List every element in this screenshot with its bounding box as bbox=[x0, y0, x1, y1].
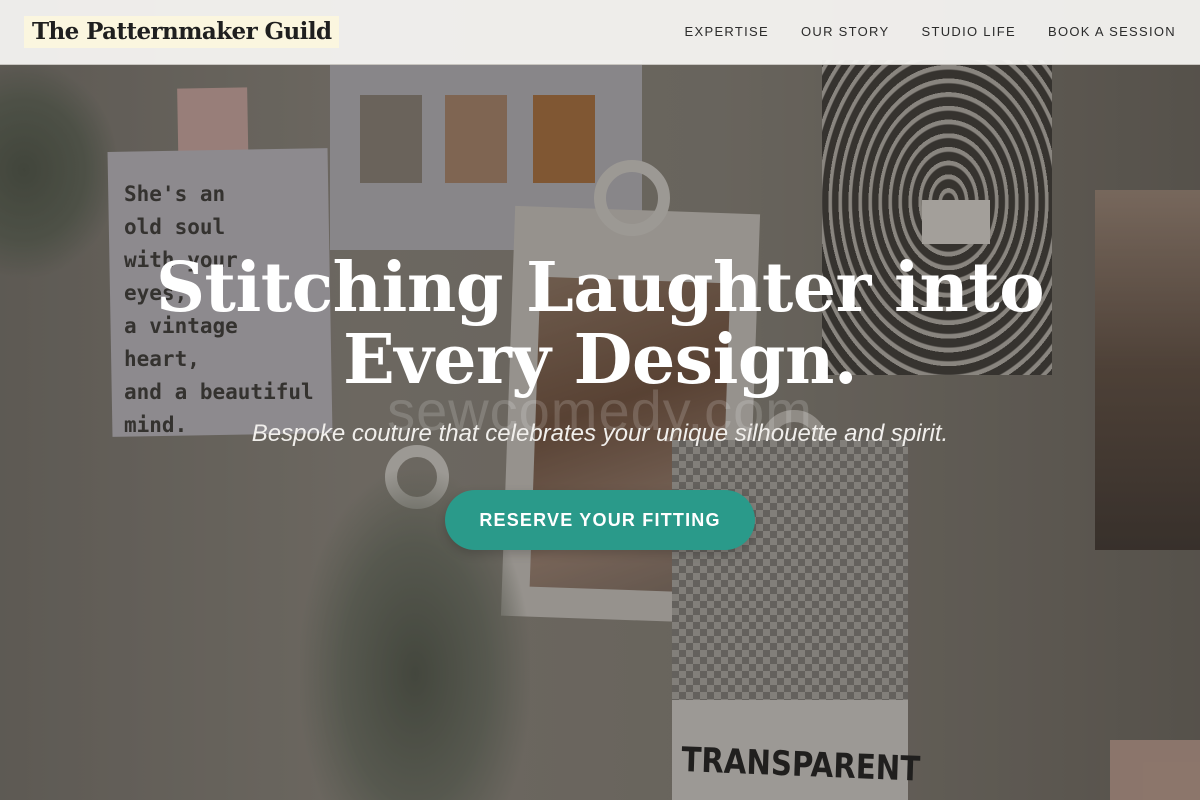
hero-title: Stitching Laughter into Every Design. bbox=[0, 252, 1200, 396]
site-header: The Patternmaker Guild EXPERTISE OUR STO… bbox=[0, 0, 1200, 65]
nav-link-expertise[interactable]: EXPERTISE bbox=[685, 22, 769, 42]
reserve-fitting-button[interactable]: RESERVE YOUR FITTING bbox=[445, 490, 755, 550]
nav-link-studio-life[interactable]: STUDIO LIFE bbox=[921, 22, 1015, 42]
nav-link-our-story[interactable]: OUR STORY bbox=[801, 22, 890, 42]
hero-subtitle: Bespoke couture that celebrates your uni… bbox=[251, 420, 949, 447]
nav-link-book-a-session[interactable]: BOOK A SESSION bbox=[1048, 22, 1176, 42]
brand-logo[interactable]: The Patternmaker Guild bbox=[24, 16, 340, 48]
main-nav: EXPERTISE OUR STORY STUDIO LIFE BOOK A S… bbox=[685, 22, 1176, 42]
hero-title-line-2: Every Design. bbox=[342, 320, 858, 400]
hero-title-line-1: Stitching Laughter into bbox=[155, 248, 1045, 328]
